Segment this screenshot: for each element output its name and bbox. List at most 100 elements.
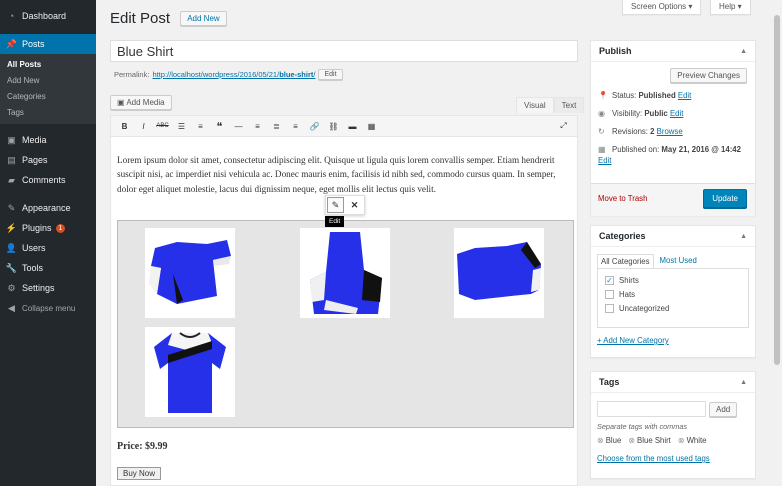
tag-item: ⊗ Blue	[597, 436, 622, 445]
revisions-row: ↻ Revisions: 2 Browse	[598, 127, 683, 136]
remove-tag-icon[interactable]: ⊗	[628, 436, 635, 445]
page-scrollbar[interactable]	[772, 0, 782, 486]
permalink-row: Permalink: http://localhost/wordpress/20…	[114, 69, 343, 80]
eye-icon: ◉	[598, 109, 605, 118]
remove-tag-icon[interactable]: ⊗	[678, 436, 685, 445]
browse-revisions-link[interactable]: Browse	[657, 127, 683, 136]
tab-visual[interactable]: Visual	[516, 97, 554, 113]
buy-now-button[interactable]: Buy Now	[117, 467, 162, 480]
submenu-add-new[interactable]: Add New	[0, 73, 96, 89]
categories-box: Categories ▲ All Categories Most Used ✓ Sh…	[590, 225, 756, 358]
collapse-arrow-icon[interactable]: ▲	[740, 233, 747, 240]
submenu-all-posts[interactable]: All Posts	[0, 57, 96, 73]
screen-options-button[interactable]: Screen Options ▾	[622, 0, 702, 15]
menu-plugins[interactable]: ⚡ Plugins 1	[0, 218, 96, 238]
toolbar-toggle-icon[interactable]: ▦	[362, 122, 381, 131]
gallery-image-3[interactable]	[454, 228, 544, 318]
align-center-icon[interactable]: ≣	[267, 122, 286, 131]
italic-icon[interactable]: I	[134, 122, 153, 131]
submenu-tags[interactable]: Tags	[0, 105, 96, 121]
read-more-icon[interactable]: ▬	[343, 122, 362, 131]
preview-changes-button[interactable]: Preview Changes	[670, 68, 747, 83]
tag-input[interactable]	[597, 401, 706, 417]
published-row: ▦ Published on: May 21, 2016 @ 14:42	[598, 145, 741, 154]
gallery-image-2[interactable]	[300, 228, 390, 318]
add-new-button[interactable]: Add New	[180, 11, 227, 26]
editor-tabs: Visual Text	[516, 97, 585, 113]
categories-header[interactable]: Categories ▲	[591, 226, 755, 247]
shirt-icon	[149, 240, 231, 304]
date-edit-link[interactable]: Edit	[598, 156, 611, 165]
plugin-icon: ⚡	[5, 222, 18, 233]
help-button[interactable]: Help ▾	[710, 0, 751, 15]
publish-header[interactable]: Publish ▲	[591, 41, 755, 62]
add-new-category-link[interactable]: + Add New Category	[597, 336, 755, 345]
menu-posts[interactable]: 📌 Posts	[0, 34, 96, 54]
tag-list: ⊗ Blue ⊗ Blue Shirt ⊗ White	[597, 436, 755, 445]
menu-settings[interactable]: ⚙ Settings	[0, 278, 96, 298]
menu-media[interactable]: ▣ Media	[0, 130, 96, 150]
add-tag-button[interactable]: Add	[709, 401, 738, 417]
tab-text[interactable]: Text	[553, 97, 585, 113]
post-title-input[interactable]: Blue Shirt	[110, 40, 578, 62]
menu-comments[interactable]: ▰ Comments	[0, 170, 96, 190]
submenu-categories[interactable]: Categories	[0, 89, 96, 105]
gallery-image-1[interactable]	[145, 228, 235, 318]
menu-dashboard[interactable]: ◔ Dashboard	[0, 6, 96, 26]
status-edit-link[interactable]: Edit	[678, 91, 691, 100]
checkbox[interactable]	[605, 304, 614, 313]
strikethrough-icon[interactable]: ABC	[153, 123, 172, 129]
menu-users[interactable]: 👤 Users	[0, 238, 96, 258]
preview-row: Preview Changes	[591, 62, 755, 83]
align-right-icon[interactable]: ≡	[286, 122, 305, 131]
bold-icon[interactable]: B	[115, 122, 134, 131]
categories-tabs: All Categories Most Used	[597, 254, 755, 268]
category-item[interactable]: Hats	[605, 290, 748, 299]
menu-collapse[interactable]: ◀ Collapse menu	[0, 298, 96, 318]
category-item[interactable]: Uncategorized	[605, 304, 748, 313]
checkbox[interactable]	[605, 290, 614, 299]
gallery-block[interactable]	[117, 220, 574, 428]
tags-header[interactable]: Tags ▲	[591, 372, 755, 393]
menu-appearance[interactable]: ✎ Appearance	[0, 198, 96, 218]
gallery-edit-toolbar: ✎ ✕	[325, 195, 365, 215]
collapse-arrow-icon[interactable]: ▲	[740, 379, 747, 386]
numbered-list-icon[interactable]: ≡	[191, 122, 210, 131]
move-to-trash-link[interactable]: Move to Trash	[598, 194, 647, 203]
revisions-icon: ↻	[598, 127, 605, 136]
blockquote-icon[interactable]: ❝	[210, 120, 229, 133]
category-item[interactable]: ✓ Shirts	[605, 276, 748, 285]
settings-icon: ⚙	[7, 282, 16, 293]
post-body-text[interactable]: Lorem ipsum dolor sit amet, consectetur …	[117, 153, 569, 196]
tab-all-categories[interactable]: All Categories	[597, 254, 654, 268]
scrollbar-thumb[interactable]	[774, 15, 780, 365]
remove-tag-icon[interactable]: ⊗	[597, 436, 604, 445]
choose-tags-link[interactable]: Choose from the most used tags	[597, 454, 755, 463]
gallery-image-4[interactable]	[145, 327, 235, 417]
close-icon[interactable]: ✕	[346, 197, 363, 213]
brush-icon: ✎	[7, 202, 16, 213]
checkbox[interactable]: ✓	[605, 276, 614, 285]
plugins-update-badge: 1	[55, 223, 66, 233]
pencil-icon[interactable]: ✎	[327, 197, 344, 213]
permalink-link[interactable]: http://localhost/wordpress/2016/05/21/bl…	[152, 70, 315, 79]
editor-content[interactable]: Lorem ipsum dolor sit amet, consectetur …	[110, 137, 578, 486]
update-button[interactable]: Update	[703, 189, 747, 208]
comments-icon: ▰	[8, 174, 15, 185]
remove-link-icon[interactable]: ⛓	[324, 122, 343, 131]
fullscreen-icon[interactable]: ⤢	[554, 121, 573, 131]
permalink-edit-button[interactable]: Edit	[318, 69, 343, 80]
align-left-icon[interactable]: ≡	[248, 122, 267, 131]
horizontal-line-icon[interactable]: —	[229, 122, 248, 131]
visibility-edit-link[interactable]: Edit	[670, 109, 683, 118]
dashboard-icon: ◔	[8, 11, 15, 21]
tab-most-used[interactable]: Most Used	[654, 254, 703, 268]
pin-icon: 📍	[598, 91, 608, 100]
menu-tools[interactable]: 🔧 Tools	[0, 258, 96, 278]
tag-item: ⊗ Blue Shirt	[628, 436, 671, 445]
menu-pages[interactable]: ▤ Pages	[0, 150, 96, 170]
bullet-list-icon[interactable]: ☰	[172, 122, 191, 131]
collapse-arrow-icon[interactable]: ▲	[740, 48, 747, 55]
add-media-button[interactable]: ▣ Add Media	[110, 95, 172, 110]
insert-link-icon[interactable]: 🔗	[305, 122, 324, 131]
